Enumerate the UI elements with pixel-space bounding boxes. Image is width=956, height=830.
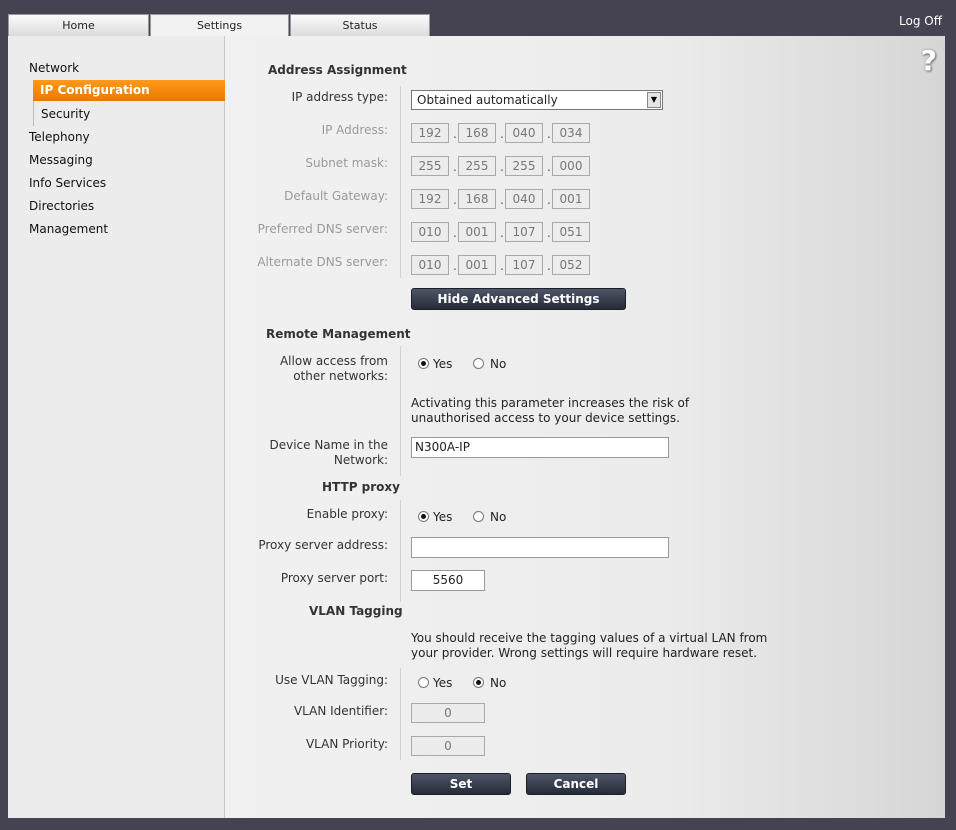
sidebar-item-telephony[interactable]: Telephony xyxy=(29,130,90,144)
section-title-remote-management: Remote Management xyxy=(266,327,411,341)
main-panel: ? Address Assignment IP address type: Ob… xyxy=(225,36,945,818)
help-icon[interactable]: ? xyxy=(921,44,937,77)
preferred-dns-octet-1[interactable]: 010 xyxy=(411,222,449,242)
proxy-port-label: Proxy server port: xyxy=(280,571,388,585)
sidebar-item-messaging[interactable]: Messaging xyxy=(29,153,93,167)
alternate-dns-label: Alternate DNS server: xyxy=(257,255,388,269)
separator xyxy=(400,346,401,476)
separator xyxy=(400,500,401,602)
content-frame: Network IP Configuration Security Teleph… xyxy=(8,36,945,818)
section-title-address-assignment: Address Assignment xyxy=(268,63,407,77)
vlan-identifier-input[interactable]: 0 xyxy=(411,703,485,723)
allow-access-yes-label: Yes xyxy=(433,357,453,371)
octet-dot: . xyxy=(500,226,504,240)
preferred-dns-octet-4[interactable]: 051 xyxy=(552,222,590,242)
separator xyxy=(400,668,401,760)
alternate-dns-octet-1[interactable]: 010 xyxy=(411,255,449,275)
device-name-label: Device Name in the Network: xyxy=(269,438,388,467)
preferred-dns-octet-2[interactable]: 001 xyxy=(458,222,496,242)
allow-access-no-label: No xyxy=(490,357,507,371)
gateway-octet-2[interactable]: 168 xyxy=(458,189,496,209)
use-vlan-no-radio[interactable] xyxy=(473,677,484,688)
gateway-octet-3[interactable]: 040 xyxy=(505,189,543,209)
sidebar-item-directories[interactable]: Directories xyxy=(29,199,94,213)
enable-proxy-yes-label: Yes xyxy=(433,510,453,524)
octet-dot: . xyxy=(453,127,457,141)
ip-type-select[interactable]: Obtained automatically ▼ xyxy=(411,90,663,110)
subnet-mask-octet-2[interactable]: 255 xyxy=(458,156,496,176)
device-name-input[interactable]: N300A-IP xyxy=(411,437,669,458)
alternate-dns-octet-4[interactable]: 052 xyxy=(552,255,590,275)
allow-access-no-radio[interactable] xyxy=(473,358,484,369)
enable-proxy-yes-radio[interactable] xyxy=(418,511,429,522)
section-title-vlan-tagging: VLAN Tagging xyxy=(309,604,403,618)
subnet-mask-label: Subnet mask: xyxy=(305,156,388,170)
set-button[interactable]: Set xyxy=(411,773,511,795)
separator xyxy=(400,86,401,278)
preferred-dns-label: Preferred DNS server: xyxy=(257,222,388,236)
octet-dot: . xyxy=(453,193,457,207)
octet-dot: . xyxy=(500,193,504,207)
subnet-mask-octet-4[interactable]: 000 xyxy=(552,156,590,176)
sidebar-item-network[interactable]: Network xyxy=(29,61,79,75)
tab-home[interactable]: Home xyxy=(8,14,149,36)
octet-dot: . xyxy=(453,160,457,174)
logoff-link[interactable]: Log Off xyxy=(899,14,942,28)
vlan-priority-label: VLAN Priority: xyxy=(305,737,388,751)
octet-dot: . xyxy=(500,259,504,273)
default-gateway-label: Default Gateway: xyxy=(284,189,388,203)
octet-dot: . xyxy=(500,160,504,174)
octet-dot: . xyxy=(547,259,551,273)
octet-dot: . xyxy=(500,127,504,141)
proxy-address-input[interactable] xyxy=(411,537,669,558)
section-title-http-proxy: HTTP proxy xyxy=(322,480,400,494)
octet-dot: . xyxy=(547,160,551,174)
subnet-mask-octet-3[interactable]: 255 xyxy=(505,156,543,176)
ip-address-octet-3[interactable]: 040 xyxy=(505,123,543,143)
ip-type-value: Obtained automatically xyxy=(417,93,558,107)
sidebar-item-security[interactable]: Security xyxy=(41,107,90,121)
allow-access-label: Allow access from other networks: xyxy=(279,354,388,383)
remote-access-warning: Activating this parameter increases the … xyxy=(411,396,690,425)
gateway-octet-4[interactable]: 001 xyxy=(552,189,590,209)
alternate-dns-octet-3[interactable]: 107 xyxy=(505,255,543,275)
ip-address-label: IP Address: xyxy=(321,123,388,137)
ip-address-octet-2[interactable]: 168 xyxy=(458,123,496,143)
vlan-priority-input[interactable]: 0 xyxy=(411,736,485,756)
sidebar-item-info-services[interactable]: Info Services xyxy=(29,176,106,190)
use-vlan-yes-radio[interactable] xyxy=(418,677,429,688)
enable-proxy-no-radio[interactable] xyxy=(473,511,484,522)
cancel-button[interactable]: Cancel xyxy=(526,773,626,795)
vlan-note: You should receive the tagging values of… xyxy=(411,631,768,660)
vlan-identifier-label: VLAN Identifier: xyxy=(293,704,388,718)
hide-advanced-settings-button[interactable]: Hide Advanced Settings xyxy=(411,288,626,310)
proxy-address-label: Proxy server address: xyxy=(258,538,388,552)
ip-address-octet-1[interactable]: 192 xyxy=(411,123,449,143)
subnet-mask-octet-1[interactable]: 255 xyxy=(411,156,449,176)
enable-proxy-no-label: No xyxy=(490,510,507,524)
sidebar-item-ip-configuration[interactable]: IP Configuration xyxy=(33,80,229,101)
use-vlan-yes-label: Yes xyxy=(433,676,453,690)
gateway-octet-1[interactable]: 192 xyxy=(411,189,449,209)
use-vlan-label: Use VLAN Tagging: xyxy=(275,673,388,687)
ip-address-octet-4[interactable]: 034 xyxy=(552,123,590,143)
tab-settings[interactable]: Settings xyxy=(150,14,289,37)
allow-access-yes-radio[interactable] xyxy=(418,358,429,369)
alternate-dns-octet-2[interactable]: 001 xyxy=(458,255,496,275)
octet-dot: . xyxy=(547,193,551,207)
octet-dot: . xyxy=(547,226,551,240)
sidebar: Network IP Configuration Security Teleph… xyxy=(8,36,229,818)
chevron-down-icon[interactable]: ▼ xyxy=(647,92,661,108)
octet-dot: . xyxy=(547,127,551,141)
ip-type-label: IP address type: xyxy=(291,90,388,104)
sidebar-item-management[interactable]: Management xyxy=(29,222,108,236)
use-vlan-no-label: No xyxy=(490,676,507,690)
tab-status[interactable]: Status xyxy=(290,14,430,36)
enable-proxy-label: Enable proxy: xyxy=(306,507,388,521)
octet-dot: . xyxy=(453,226,457,240)
proxy-port-input[interactable]: 5560 xyxy=(411,570,485,591)
octet-dot: . xyxy=(453,259,457,273)
preferred-dns-octet-3[interactable]: 107 xyxy=(505,222,543,242)
